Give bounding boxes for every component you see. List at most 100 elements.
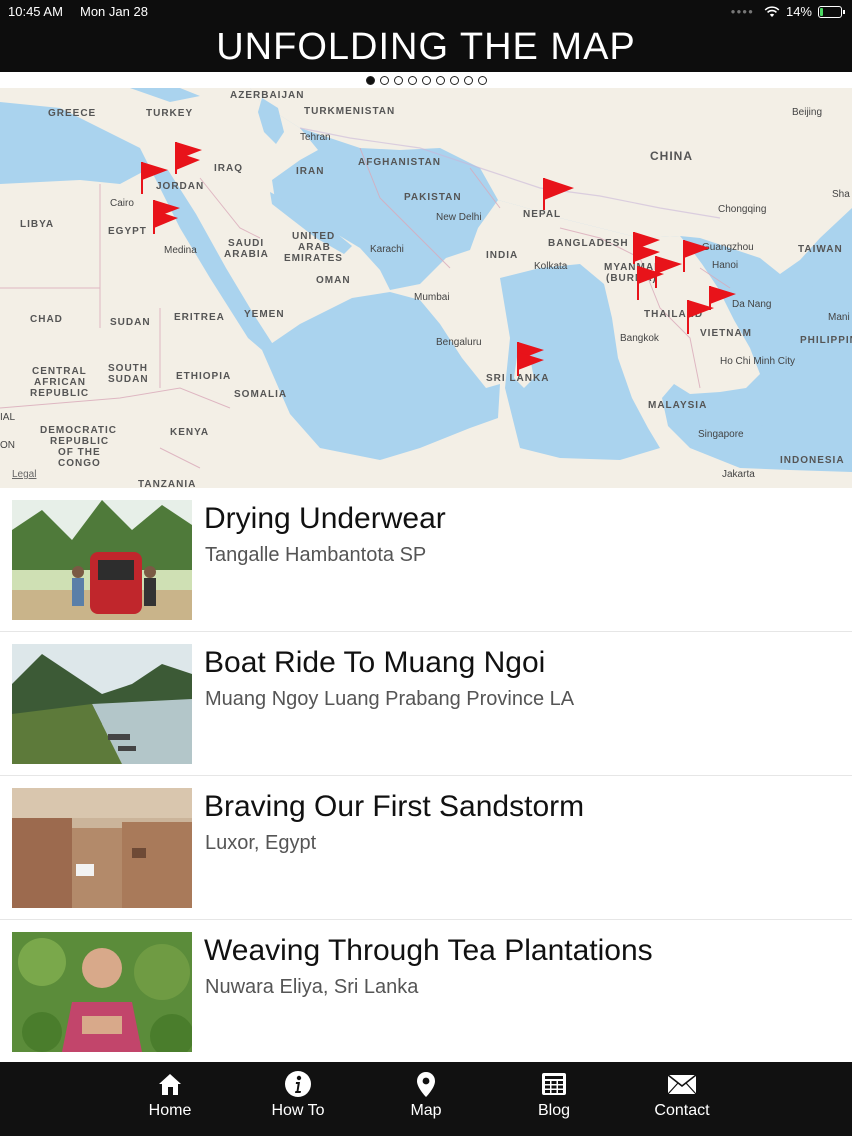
map-label-of-the: OF THE	[58, 447, 101, 458]
map-label-saudi: SAUDI	[228, 238, 265, 249]
map-label-kenya: KENYA	[170, 427, 210, 438]
tab-bar: Home How To Map Blog Contact	[0, 1062, 852, 1136]
tab-map[interactable]: Map	[362, 1070, 490, 1136]
map-city-medina: Medina	[164, 245, 197, 256]
page-dot[interactable]	[421, 75, 431, 85]
map-flag-pin[interactable]	[680, 238, 716, 274]
post-location: Luxor, Egypt	[205, 832, 317, 854]
home-icon	[159, 1074, 181, 1095]
map-city-cairo: Cairo	[110, 198, 134, 209]
map-label-azerbaijan: AZERBAIJAN	[230, 90, 305, 101]
map-label-united: UNITED	[292, 231, 336, 242]
page-dot[interactable]	[463, 75, 473, 85]
map-label-pakistan: PAKISTAN	[404, 192, 462, 203]
map-label-afghanistan: AFGHANISTAN	[358, 157, 442, 168]
status-time: 10:45 AM	[8, 4, 63, 19]
battery-percent: 14%	[785, 4, 812, 19]
map-city-tehran: Tehran	[300, 132, 331, 143]
map-label-south-sudan: SUDAN	[108, 374, 149, 385]
page-dot[interactable]	[435, 75, 445, 85]
list-item[interactable]: Braving Our First Sandstorm Luxor, Egypt	[0, 776, 852, 920]
map-label-yemen: YEMEN	[244, 309, 285, 320]
battery-icon	[818, 5, 845, 18]
map-label-india: INDIA	[486, 250, 519, 261]
page-dot[interactable]	[407, 75, 417, 85]
wifi-icon	[764, 5, 780, 17]
list-item[interactable]: Weaving Through Tea Plantations Nuwara E…	[0, 920, 852, 1064]
status-indicators: ●●●● 14%	[730, 4, 845, 19]
status-bar: 10:45 AM Mon Jan 28 ●●●● 14%	[0, 0, 852, 22]
tab-home[interactable]: Home	[106, 1070, 234, 1136]
map-label-iran: IRAN	[296, 166, 325, 177]
map-label-ethiopia: ETHIOPIA	[176, 371, 232, 382]
map-city-on: ON	[0, 440, 15, 451]
map-label-philippines: PHILIPPINES	[800, 335, 852, 346]
map-flag-pin[interactable]	[172, 140, 208, 176]
tab-label: Contact	[654, 1102, 710, 1119]
map-label-arab: ARAB	[298, 242, 331, 253]
map-label-somalia: SOMALIA	[234, 389, 288, 400]
post-title: Weaving Through Tea Plantations	[204, 934, 653, 967]
map-flag-pin[interactable]	[150, 198, 186, 234]
map-label-malaysia: MALAYSIA	[648, 400, 708, 411]
tab-label: Home	[148, 1102, 192, 1119]
blog-icon	[542, 1073, 566, 1095]
post-title: Braving Our First Sandstorm	[204, 790, 585, 823]
page-indicator[interactable]	[0, 72, 852, 88]
info-icon	[285, 1071, 311, 1097]
map-label-greece: GREECE	[48, 108, 97, 119]
post-thumbnail	[12, 500, 192, 620]
map-city-ial: IAL	[0, 412, 16, 423]
map-flag-pin[interactable]	[514, 340, 550, 376]
map-flag-pin[interactable]	[540, 176, 576, 212]
map-label-iraq: IRAQ	[214, 163, 243, 174]
page-dot[interactable]	[393, 75, 403, 85]
tab-label: Blog	[537, 1102, 571, 1119]
map-label-chad: CHAD	[30, 314, 63, 325]
map-label-bangladesh: BANGLADESH	[548, 238, 629, 249]
list-item[interactable]: Boat Ride To Muang Ngoi Muang Ngoy Luang…	[0, 632, 852, 776]
map-city-ho-chi-minh: Ho Chi Minh City	[720, 356, 796, 367]
map-label-republic: REPUBLIC	[30, 388, 90, 399]
list-item[interactable]: Drying Underwear Tangalle Hambantota SP	[0, 488, 852, 632]
map-city-jakarta: Jakarta	[722, 469, 755, 480]
map-city-mani: Mani	[828, 312, 850, 323]
page-dot[interactable]	[379, 75, 389, 85]
map-city-bengaluru: Bengaluru	[436, 337, 482, 348]
map-city-mumbai: Mumbai	[414, 292, 450, 303]
status-date: Mon Jan 28	[80, 4, 148, 19]
map-label-arabia: ARABIA	[224, 249, 269, 260]
post-location: Muang Ngoy Luang Prabang Province LA	[205, 688, 575, 710]
tab-how-to[interactable]: How To	[234, 1070, 362, 1136]
map-city-singapore: Singapore	[698, 429, 744, 440]
map-label-oman: OMAN	[316, 275, 351, 286]
map-legal-link[interactable]: Legal	[12, 469, 36, 480]
post-title: Boat Ride To Muang Ngoi	[204, 646, 546, 679]
envelope-icon	[667, 1074, 697, 1095]
map-view[interactable]: GREECE TURKEY AZERBAIJAN TURKMENISTAN IR…	[0, 88, 852, 488]
map-label-taiwan: TAIWAN	[798, 244, 843, 255]
page-dot[interactable]	[449, 75, 459, 85]
map-city-chongqing: Chongqing	[718, 204, 767, 215]
map-city-bangkok: Bangkok	[620, 333, 659, 344]
map-label-emirates: EMIRATES	[284, 253, 343, 264]
tab-contact[interactable]: Contact	[618, 1070, 746, 1136]
map-label-indonesia: INDONESIA	[780, 455, 845, 466]
map-label-congo: CONGO	[58, 458, 101, 469]
map-label-egypt: EGYPT	[108, 226, 147, 237]
tab-blog[interactable]: Blog	[490, 1070, 618, 1136]
map-pin-icon	[417, 1072, 435, 1097]
map-label-south: SOUTH	[108, 363, 148, 374]
map-flag-pin[interactable]	[138, 160, 174, 196]
battery-fill	[820, 7, 823, 16]
map-label-eritrea: ERITREA	[174, 312, 225, 323]
map-city-karachi: Karachi	[370, 244, 404, 255]
map-label-libya: LIBYA	[20, 219, 55, 230]
map-label-turkmenistan: TURKMENISTAN	[304, 106, 396, 117]
map-label-china: CHINA	[650, 149, 693, 163]
map-flag-pin[interactable]	[684, 298, 720, 334]
page-dot[interactable]	[477, 75, 487, 85]
page-dot[interactable]	[365, 75, 375, 85]
map-city-beijing: Beijing	[792, 107, 823, 118]
signal-icon: ●●●●	[730, 7, 754, 16]
